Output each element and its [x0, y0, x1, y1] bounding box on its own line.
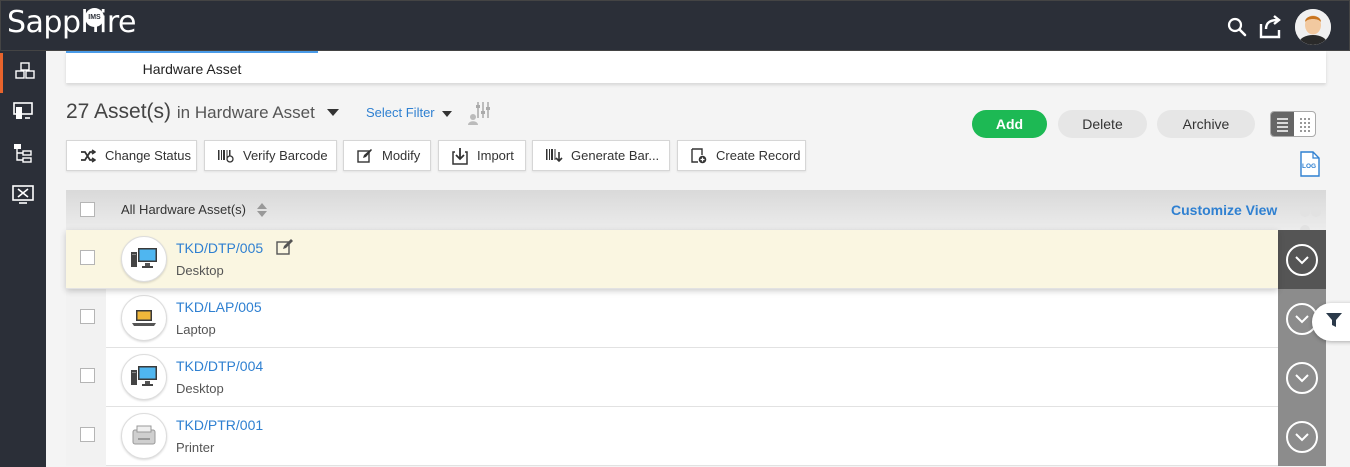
asset-count: 27 Asset(s) [66, 100, 172, 123]
desktop-icon [121, 236, 167, 282]
row-actions-toggle[interactable] [1278, 348, 1326, 407]
grid-view-icon[interactable] [1294, 112, 1315, 136]
chevron-down-icon [1286, 243, 1318, 276]
table-row[interactable]: TKD/PTR/001 Printer [66, 407, 1278, 466]
table-row[interactable]: TKD/DTP/005 Desktop [66, 230, 1278, 289]
sidebar-item-assets[interactable] [0, 53, 46, 93]
barcode-search-icon [217, 147, 235, 165]
barcode-download-icon [545, 147, 563, 165]
import-label: Import [477, 148, 514, 163]
chevron-down-icon[interactable] [326, 108, 339, 116]
verify-barcode-label: Verify Barcode [243, 148, 328, 163]
chevron-down-icon [1286, 361, 1318, 394]
new-record-icon [690, 147, 708, 165]
asset-type-label: Desktop [176, 381, 224, 396]
asset-id-link[interactable]: TKD/LAP/005 [176, 299, 262, 315]
select-all-checkbox[interactable] [80, 202, 95, 217]
archive-button[interactable]: Archive [1157, 110, 1255, 138]
monitor-tools-icon [12, 184, 34, 210]
select-filter-label: Select Filter [366, 105, 435, 120]
printer-icon [121, 413, 167, 459]
app-logo[interactable]: Sapphire [7, 5, 137, 40]
row-actions-toggle[interactable] [1278, 407, 1326, 466]
filter-funnel-icon [1324, 310, 1344, 335]
row-checkbox[interactable] [80, 250, 95, 265]
tab-bar: Hardware Asset [66, 51, 1326, 83]
view-toggle [1270, 111, 1316, 137]
sidebar-item-hierarchy[interactable] [0, 135, 46, 175]
edit-icon [356, 147, 374, 165]
change-status-button[interactable]: Change Status [66, 140, 197, 171]
modify-label: Modify [382, 148, 421, 163]
asset-scope[interactable]: in Hardware Asset [177, 103, 315, 122]
create-record-button[interactable]: Create Record [677, 140, 806, 171]
page-title: 27 Asset(s) in Hardware Asset [66, 100, 339, 124]
table-row[interactable]: TKD/DTP/004 Desktop [66, 348, 1278, 407]
verify-barcode-button[interactable]: Verify Barcode [204, 140, 337, 171]
row-checkbox[interactable] [80, 309, 95, 324]
modify-button[interactable]: Modify [343, 140, 431, 171]
chevron-down-icon [442, 110, 453, 117]
top-bar: Sapphire IMS [0, 0, 1350, 51]
table-header-label: All Hardware Asset(s) [121, 202, 246, 217]
customize-view-link[interactable]: Customize View [1171, 202, 1277, 218]
search-icon[interactable] [1226, 16, 1248, 38]
add-button[interactable]: Add [972, 110, 1047, 138]
log-label: LOG [1302, 163, 1316, 170]
asset-type-label: Desktop [176, 263, 224, 278]
asset-type-label: Laptop [176, 322, 216, 337]
row-checkbox[interactable] [80, 427, 95, 442]
filter-panel-button[interactable] [1312, 303, 1350, 341]
sidebar-item-monitor-tools[interactable] [0, 177, 46, 217]
sort-icon[interactable] [256, 202, 268, 218]
import-icon [451, 147, 469, 165]
assets-cubes-icon [14, 61, 35, 85]
row-actions-toggle[interactable] [1278, 230, 1326, 289]
laptop-icon [121, 295, 167, 341]
create-record-label: Create Record [716, 148, 801, 163]
generate-barcode-button[interactable]: Generate Bar... [532, 140, 670, 171]
asset-id-link[interactable]: TKD/PTR/001 [176, 417, 263, 433]
import-button[interactable]: Import [438, 140, 526, 171]
edit-icon[interactable] [276, 238, 294, 256]
chevron-down-icon [1286, 420, 1318, 453]
table-header: All Hardware Asset(s) Customize View [66, 190, 1326, 235]
select-filter-dropdown[interactable]: Select Filter [366, 105, 453, 120]
list-view-icon[interactable] [1271, 112, 1294, 136]
delete-button[interactable]: Delete [1058, 110, 1147, 138]
table-row[interactable]: TKD/LAP/005 Laptop [66, 289, 1278, 348]
hierarchy-icon [13, 143, 33, 168]
shuffle-icon [79, 147, 97, 165]
sidebar-item-devices[interactable] [0, 93, 46, 133]
desktop-icon [121, 354, 167, 400]
asset-type-label: Printer [176, 440, 215, 455]
asset-id-link[interactable]: TKD/DTP/005 [176, 240, 263, 256]
change-status-label: Change Status [105, 148, 192, 163]
tab-hardware-asset[interactable]: Hardware Asset [66, 51, 318, 83]
user-avatar[interactable] [1295, 9, 1331, 45]
log-icon[interactable]: LOG [1297, 151, 1321, 177]
filter-settings-icon[interactable] [466, 98, 494, 126]
left-sidebar [0, 51, 46, 467]
generate-barcode-label: Generate Bar... [571, 148, 660, 163]
asset-id-link[interactable]: TKD/DTP/004 [176, 358, 263, 374]
devices-icon [13, 101, 33, 125]
main-content: Hardware Asset 27 Asset(s) in Hardware A… [46, 51, 1350, 467]
row-checkbox[interactable] [80, 368, 95, 383]
logout-icon[interactable] [1257, 14, 1285, 40]
logo-badge: IMS [85, 8, 104, 27]
